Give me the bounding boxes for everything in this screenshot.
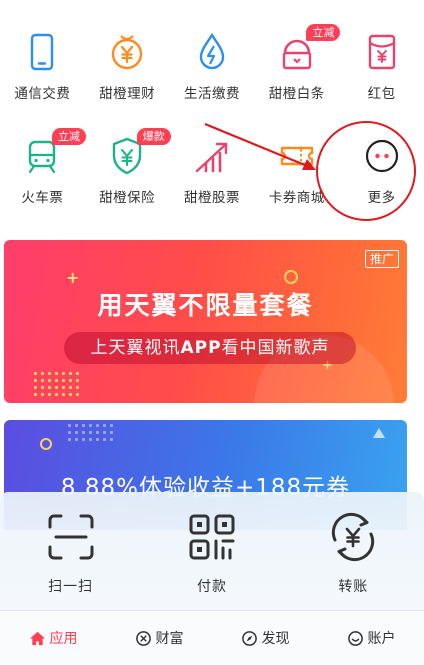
service-more[interactable]: 更多 [339, 132, 424, 206]
smile-icon [347, 630, 363, 646]
transfer-button[interactable]: 转账 [283, 492, 424, 610]
service-stock[interactable]: 甜橙股票 [170, 132, 255, 206]
qrcode-icon [189, 514, 235, 560]
banner-title: 用天翼不限量套餐 [97, 291, 314, 320]
service-label: 甜橙白条 [268, 86, 325, 102]
service-label: 卡券商城 [268, 190, 325, 206]
bottom-tab-bar: 应用 财富 发现 账户 [0, 610, 424, 665]
service-grid-row-1: 通信交费 甜橙理财 生活缴费 立减 甜橙白条 红包 [0, 24, 424, 102]
decor-dots [32, 370, 80, 398]
tab-label: 发现 [261, 631, 290, 647]
service-label: 甜橙保险 [99, 190, 156, 206]
service-train-ticket[interactable]: 立减 火车票 [0, 128, 86, 206]
home-icon [29, 631, 45, 645]
transfer-icon [332, 512, 375, 562]
scan-button[interactable]: 扫一扫 [0, 492, 141, 610]
tab-label: 应用 [49, 631, 78, 647]
service-utility-pay[interactable]: 生活缴费 [170, 28, 255, 102]
scan-icon [48, 514, 94, 560]
service-grid-row-2: 立减 火车票 爆款 甜橙保险 甜橙股票 卡券商城 更多 [0, 128, 424, 206]
promo-badge: 立减 [52, 128, 86, 145]
yuan-coin-icon [103, 28, 151, 76]
quick-action-dock: 扫一扫 付款 转账 [0, 492, 424, 610]
compass-icon [241, 630, 257, 646]
service-telecom-pay[interactable]: 通信交费 [0, 28, 85, 102]
ad-tag: 推广 [364, 250, 399, 268]
tab-discover[interactable]: 发现 [212, 611, 318, 665]
decor-dots [66, 422, 114, 444]
stock-chart-icon [188, 132, 236, 180]
red-envelope-icon [358, 28, 406, 76]
decor-triangle [373, 428, 385, 438]
service-label: 红包 [367, 86, 396, 102]
service-label: 甜橙股票 [183, 190, 240, 206]
promo-banner-telecom[interactable]: + + 推广 用天翼不限量套餐 上天翼视讯APP看中国新歌声 [4, 240, 407, 403]
decor-plus: + [66, 268, 80, 287]
wealth-icon [135, 630, 151, 646]
tab-account[interactable]: 账户 [318, 611, 424, 665]
ticket-icon [273, 132, 321, 180]
tab-label: 账户 [367, 631, 396, 647]
phone-icon [18, 28, 66, 76]
tab-apps[interactable]: 应用 [0, 611, 106, 665]
dock-label: 付款 [196, 579, 227, 595]
tab-wealth[interactable]: 财富 [106, 611, 212, 665]
promo-badge: 立减 [306, 24, 341, 41]
dock-label: 转账 [338, 579, 369, 595]
hot-badge: 爆款 [136, 128, 171, 145]
service-wealth-management[interactable]: 甜橙理财 [85, 28, 170, 102]
dock-label: 扫一扫 [48, 579, 94, 595]
banner-subtitle: 上天翼视讯APP看中国新歌声 [64, 332, 356, 364]
decor-ring [40, 438, 52, 450]
service-red-envelope[interactable]: 红包 [339, 28, 424, 102]
decor-ring [284, 270, 298, 284]
more-dots-icon [358, 132, 406, 180]
service-label: 生活缴费 [183, 86, 240, 102]
service-label: 更多 [367, 190, 396, 206]
water-drop-icon [188, 28, 236, 76]
service-insurance[interactable]: 爆款 甜橙保险 [85, 128, 171, 206]
service-label: 通信交费 [14, 86, 71, 102]
service-coupon-mall[interactable]: 卡券商城 [254, 132, 339, 206]
service-label: 火车票 [21, 190, 64, 206]
service-label: 甜橙理财 [99, 86, 156, 102]
pay-button[interactable]: 付款 [141, 492, 282, 610]
service-credit[interactable]: 立减 甜橙白条 [254, 24, 341, 102]
tab-label: 财富 [155, 631, 184, 647]
